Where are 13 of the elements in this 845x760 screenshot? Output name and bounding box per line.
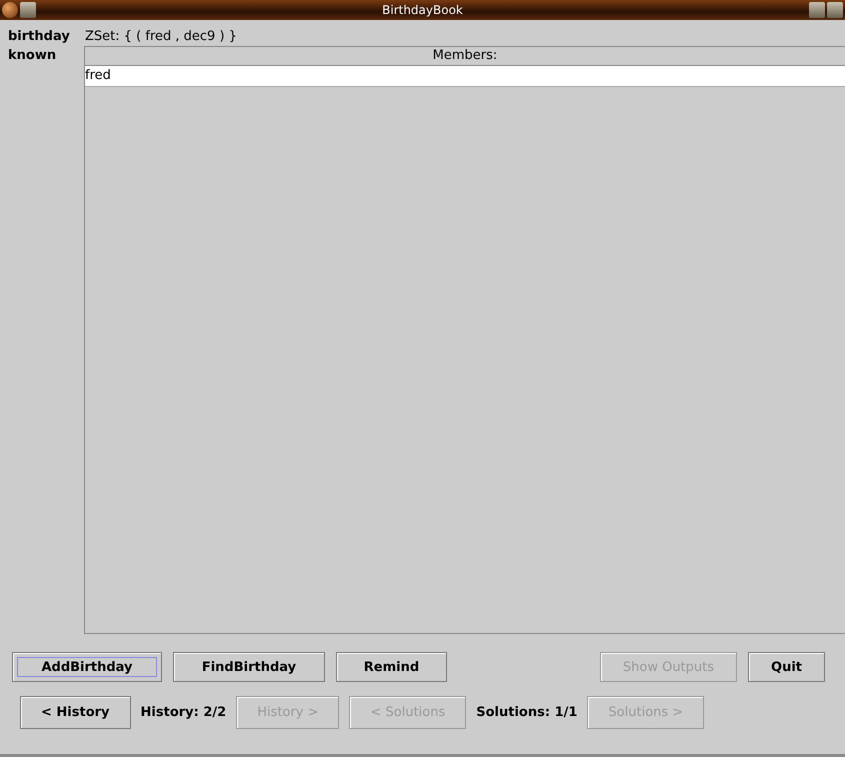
field-label: birthday: [8, 29, 71, 44]
value-field: ZSet: { ( fred , dec9 ) }: [84, 29, 845, 44]
counter-label: Solutions: 1/1: [476, 705, 578, 720]
output-button[interactable]: Quit: [748, 652, 825, 682]
operation-button[interactable]: Remind: [336, 652, 447, 682]
circle-icon[interactable]: [2, 2, 18, 18]
operation-button[interactable]: FindBirthday: [173, 652, 325, 682]
counter-label: History: 2/2: [140, 705, 226, 720]
field-label: known: [8, 47, 58, 65]
window-title: BirthdayBook: [381, 3, 464, 17]
navigation-button[interactable]: < History: [20, 696, 131, 729]
table-cell[interactable]: fred: [85, 66, 845, 87]
operation-button[interactable]: AddBirthday: [12, 652, 162, 682]
